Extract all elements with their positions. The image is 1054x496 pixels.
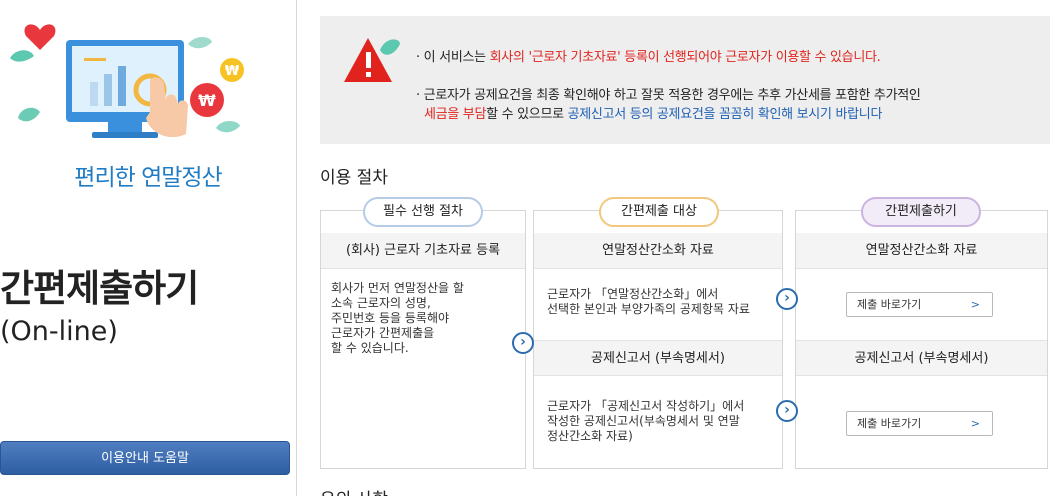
chevron-right-icon: > — [970, 417, 980, 430]
procedure-step-prerequisite: 필수 선행 절차 (회사) 근로자 기초자료 등록 회사가 먼저 연말정산을 할… — [320, 197, 526, 469]
notice-penalty-line2: 세금을 부담할 수 있으므로 공제신고서 등의 공제요건을 꼼꼼히 확인해 보시… — [424, 103, 882, 122]
chevron-right-icon: > — [970, 298, 980, 311]
notes-title: 유의 사항 — [320, 485, 388, 496]
notice-mid: 할 수 있으므로 — [486, 107, 568, 122]
submit-deduction-header: 공제신고서 (부속명세서) — [796, 340, 1047, 376]
submit-pill: 간편제출하기 — [861, 197, 981, 227]
panel-divider — [296, 0, 297, 496]
page-subtitle: (On-line) — [0, 316, 118, 347]
procedure-step-submit: 간편제출하기 연말정산간소화 자료 제출 바로가기 > 공제신고서 (부속명세서… — [795, 197, 1048, 469]
year-end-tax-illustration: ₩ ₩ — [10, 24, 244, 138]
notice-prerequisite-highlight: 회사의 '근로자 기초자료' 등록이 선행되어야 근로자가 이용할 수 있습니다… — [489, 50, 881, 65]
notice-prerequisite: · 이 서비스는 회사의 '근로자 기초자료' 등록이 선행되어야 근로자가 이… — [416, 46, 881, 65]
prerequisite-pill: 필수 선행 절차 — [363, 197, 483, 227]
prerequisite-description: 회사가 먼저 연말정산을 할 소속 근로자의 성명, 주민번호 등을 등록해야 … — [331, 281, 464, 356]
notice-prefix: · 이 서비스는 — [416, 50, 490, 65]
submit-simplified-button[interactable]: 제출 바로가기 > — [846, 292, 993, 317]
left-panel: ₩ ₩ 편리한 연말정산 간편제출하기 (On-line) 이용안내 도움말 — [0, 0, 296, 496]
submit-simplified-header: 연말정산간소화 자료 — [796, 233, 1047, 269]
description-line: 근로자가 「연말정산간소화」에서 — [547, 287, 719, 301]
description-line: 회사가 먼저 연말정산을 할 — [331, 281, 464, 295]
description-line: 선택한 본인과 부양가족의 공제항목 자료 — [547, 302, 750, 316]
description-line: 주민번호 등을 등록해야 — [331, 311, 450, 325]
description-line: 정산간소화 자료) — [547, 429, 633, 443]
next-step-arrow-icon[interactable]: › — [512, 332, 534, 354]
description-line: 작성한 공제신고서(부속명세서 및 연말 — [547, 414, 740, 428]
simplified-data-description: 근로자가 「연말정산간소화」에서 선택한 본인과 부양가족의 공제항목 자료 — [547, 287, 750, 317]
description-line: 할 수 있습니다. — [331, 341, 409, 355]
submit-deduction-button[interactable]: 제출 바로가기 > — [846, 411, 993, 436]
description-line: 근로자가 간편제출을 — [331, 326, 435, 340]
notice-tax-burden: 세금을 부담 — [424, 107, 487, 122]
notice-box: · 이 서비스는 회사의 '근로자 기초자료' 등록이 선행되어야 근로자가 이… — [320, 16, 1050, 144]
submit-button-label: 제출 바로가기 — [857, 417, 922, 430]
svg-text:₩: ₩ — [225, 64, 240, 79]
page-title: 간편제출하기 — [0, 267, 199, 310]
deduction-form-header: 공제신고서 (부속명세서) — [534, 340, 782, 376]
description-line: 근로자가 「공제신고서 작성하기」에서 — [547, 399, 745, 413]
service-tagline: 편리한 연말정산 — [74, 165, 222, 191]
next-step-arrow-icon[interactable]: › — [776, 288, 798, 310]
next-step-arrow-icon[interactable]: › — [776, 400, 798, 422]
simplified-data-header: 연말정산간소화 자료 — [534, 233, 782, 269]
deduction-form-description: 근로자가 「공제신고서 작성하기」에서 작성한 공제신고서(부속명세서 및 연말… — [547, 399, 744, 444]
description-line: 소속 근로자의 성명, — [331, 296, 431, 310]
help-guide-button[interactable]: 이용안내 도움말 — [0, 441, 290, 475]
warning-icon — [344, 38, 400, 82]
procedure-title: 이용 절차 — [320, 168, 388, 188]
submit-button-label: 제출 바로가기 — [857, 298, 922, 311]
svg-text:₩: ₩ — [198, 91, 216, 110]
procedure-step-targets: 간편제출 대상 연말정산간소화 자료 근로자가 「연말정산간소화」에서 선택한 … — [533, 197, 783, 469]
company-basic-data-header: (회사) 근로자 기초자료 등록 — [321, 233, 525, 269]
targets-pill: 간편제출 대상 — [599, 197, 719, 227]
notice-check-requirements: 공제신고서 등의 공제요건을 꼼꼼히 확인해 보시기 바랍니다 — [567, 107, 883, 122]
notice-penalty-line1: · 근로자가 공제요건을 최종 확인해야 하고 잘못 적용한 경우에는 추후 가… — [416, 88, 921, 103]
